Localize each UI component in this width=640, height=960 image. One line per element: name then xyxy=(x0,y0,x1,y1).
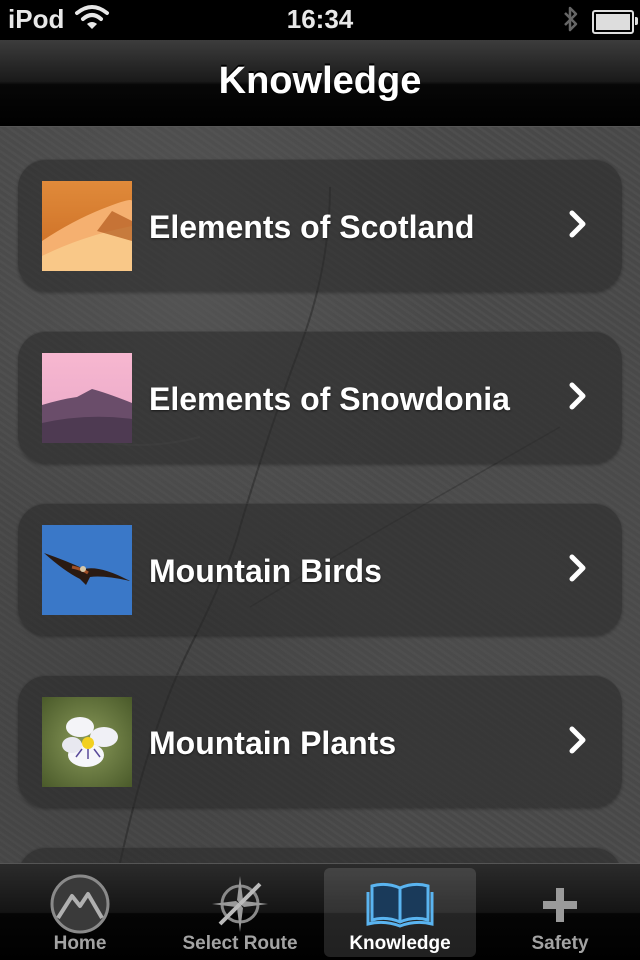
pink-sky-mountain-thumbnail xyxy=(42,353,132,443)
status-time: 16:34 xyxy=(286,4,354,34)
tab-bar: Home Select Route Knowledge Safety xyxy=(0,863,640,960)
chevron-right-icon xyxy=(568,725,588,760)
compass-icon xyxy=(164,872,316,934)
tab-label: Home xyxy=(53,933,107,954)
list-item-elements-of-scotland[interactable]: Elements of Scotland xyxy=(18,159,622,291)
chevron-right-icon xyxy=(568,381,588,416)
tab-label: Safety xyxy=(531,933,589,954)
battery-icon xyxy=(592,9,638,34)
navigation-bar: Knowledge xyxy=(0,40,640,127)
list-item-mountain-plants[interactable]: Mountain Plants xyxy=(18,675,622,807)
tab-knowledge[interactable]: Knowledge xyxy=(324,868,476,957)
book-icon xyxy=(324,872,476,934)
plus-icon xyxy=(484,872,636,934)
red-kite-thumbnail xyxy=(42,525,132,615)
list-item-label: Mountain Birds xyxy=(149,553,382,589)
status-bar: iPod 16:34 xyxy=(0,0,640,40)
knowledge-list: Elements of Scotland Elements of Snowdon… xyxy=(0,127,640,863)
status-right xyxy=(562,4,638,39)
list-item-label: Elements of Scotland xyxy=(149,209,475,245)
list-item-label: Elements of Snowdonia xyxy=(149,381,510,417)
chevron-right-icon xyxy=(568,209,588,244)
white-flower-thumbnail xyxy=(42,697,132,787)
list-item-elements-of-snowdonia[interactable]: Elements of Snowdonia xyxy=(18,331,622,463)
list-item-mountain-birds[interactable]: Mountain Birds xyxy=(18,503,622,635)
list-item-label: Mountain Plants xyxy=(149,725,397,761)
tab-safety[interactable]: Safety xyxy=(484,868,636,957)
chevron-right-icon xyxy=(568,553,588,588)
page-title: Knowledge xyxy=(218,60,422,102)
tab-label: Knowledge xyxy=(349,933,451,954)
screen: iPod 16:34 Knowledge Elements of Scotlan… xyxy=(0,0,640,960)
bluetooth-icon xyxy=(562,4,580,39)
list-item-partial[interactable] xyxy=(18,847,622,863)
tab-select-route[interactable]: Select Route xyxy=(164,868,316,957)
tab-label: Select Route xyxy=(182,933,298,954)
mountain-circle-icon xyxy=(4,872,156,934)
tab-home[interactable]: Home xyxy=(4,868,156,957)
snowy-mountain-thumbnail xyxy=(42,181,132,271)
